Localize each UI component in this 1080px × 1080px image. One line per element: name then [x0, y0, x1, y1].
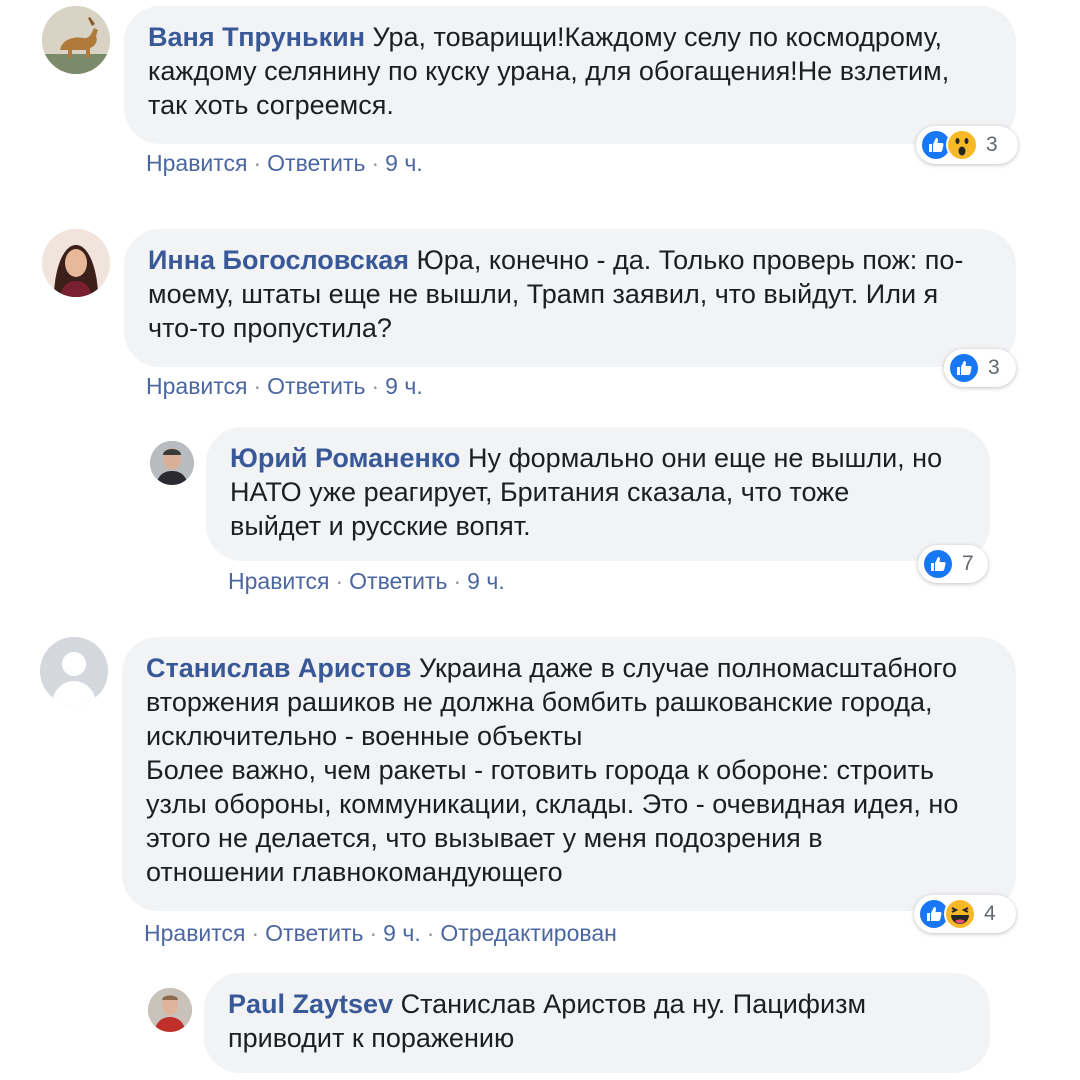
comment-text-line: вторжения рашиков не должна бомбить рашк… [146, 687, 933, 717]
avatar[interactable] [148, 988, 192, 1032]
comment-text-line: приводит к поражению [228, 1023, 515, 1053]
separator: · [371, 373, 380, 399]
author-name[interactable]: Ваня Тпрунькин [148, 22, 365, 52]
like-icon [922, 548, 954, 580]
comment-text-line: так хоть согреемся. [148, 90, 394, 120]
comment-actions: Нравится · Ответить · 9 ч. · Отредактирован [144, 920, 617, 947]
comment-text-line: Ура, товарищи!Каждому селу по космодрому… [372, 22, 943, 52]
reaction-count: 4 [984, 902, 996, 925]
reactions-summary[interactable]: 7 [918, 545, 988, 583]
comment-text-line: моему, штаты еще не вышли, Трамп заявил,… [148, 279, 939, 309]
comment-text-line: НАТО уже реагирует, Британия сказала, чт… [230, 477, 850, 507]
avatar[interactable] [40, 637, 108, 705]
comment-bubble: Ваня Тпрунькин Ура, товарищи!Каждому сел… [124, 6, 1016, 144]
comment-text-line: выйдет и русские вопят. [230, 511, 531, 541]
comment-text-line: исключительно - военные объекты [146, 721, 583, 751]
reaction-count: 3 [988, 356, 1000, 379]
avatar[interactable] [42, 229, 110, 297]
edited-label[interactable]: Отредактирован [440, 920, 616, 946]
separator: · [251, 920, 260, 946]
timestamp[interactable]: 9 ч. [385, 373, 423, 399]
author-name[interactable]: Paul Zaytsev [228, 989, 393, 1019]
comment-text-line: Юра, конечно - да. Только проверь пож: п… [416, 245, 964, 275]
reply-link[interactable]: Ответить [265, 920, 363, 946]
comment-text-line: Ну формально они еще не вышли, но [467, 443, 943, 473]
comment-bubble: Станислав Аристов Украина даже в случае … [122, 637, 1016, 911]
comment-text-line: каждому селянину по куску урана, для обо… [148, 56, 950, 86]
comment-text-line: Станислав Аристов да ну. Пацифизм [400, 989, 867, 1019]
avatar[interactable] [42, 6, 110, 74]
reactions-summary[interactable]: 3 [916, 126, 1018, 164]
reactions-summary[interactable]: 3 [944, 349, 1016, 387]
wow-icon [946, 129, 978, 161]
reply-link[interactable]: Ответить [267, 150, 365, 176]
goat-avatar-icon [42, 6, 110, 74]
like-link[interactable]: Нравится [146, 373, 248, 399]
like-link[interactable]: Нравится [228, 568, 330, 594]
comment-text-line: Более важно, чем ракеты - готовить город… [146, 755, 934, 785]
comment-text-line: отношении главнокомандующего [146, 857, 563, 887]
separator: · [335, 568, 344, 594]
comment-actions: Нравится · Ответить · 9 ч. [228, 568, 505, 595]
avatar[interactable] [150, 441, 194, 485]
comment-actions: Нравится · Ответить · 9 ч. [146, 150, 423, 177]
comment-bubble: Инна Богословская Юра, конечно - да. Тол… [124, 229, 1016, 367]
timestamp[interactable]: 9 ч. [385, 150, 423, 176]
comment-text-line: этого не делается, что вызывает у меня п… [146, 823, 823, 853]
timestamp[interactable]: 9 ч. [383, 920, 421, 946]
comment-text-line: Украина даже в случае полномасштабного [419, 653, 958, 683]
comment-text-line: что-то пропустила? [148, 313, 392, 343]
reactions-summary[interactable]: 4 [914, 895, 1016, 933]
user-photo-icon [148, 988, 192, 1032]
user-photo-icon [42, 229, 110, 297]
like-link[interactable]: Нравится [146, 150, 248, 176]
like-link[interactable]: Нравится [144, 920, 246, 946]
author-name[interactable]: Станислав Аристов [146, 653, 412, 683]
author-name[interactable]: Инна Богословская [148, 245, 409, 275]
separator: · [371, 150, 380, 176]
separator: · [453, 568, 462, 594]
default-avatar-icon [40, 637, 108, 705]
comment-actions: Нравится · Ответить · 9 ч. [146, 373, 423, 400]
user-photo-icon [150, 441, 194, 485]
reply-link[interactable]: Ответить [349, 568, 447, 594]
reaction-count: 3 [986, 133, 998, 156]
comment-text-line: узлы обороны, коммуникации, склады. Это … [146, 789, 959, 819]
comment-bubble: Paul Zaytsev Станислав Аристов да ну. Па… [204, 973, 990, 1073]
separator: · [426, 920, 435, 946]
separator: · [369, 920, 378, 946]
haha-icon [944, 898, 976, 930]
comment-bubble: Юрий Романенко Ну формально они еще не в… [206, 427, 990, 561]
separator: · [253, 150, 262, 176]
separator: · [253, 373, 262, 399]
reaction-count: 7 [962, 552, 974, 575]
author-name[interactable]: Юрий Романенко [230, 443, 460, 473]
reply-link[interactable]: Ответить [267, 373, 365, 399]
timestamp[interactable]: 9 ч. [467, 568, 505, 594]
like-icon [948, 352, 980, 384]
